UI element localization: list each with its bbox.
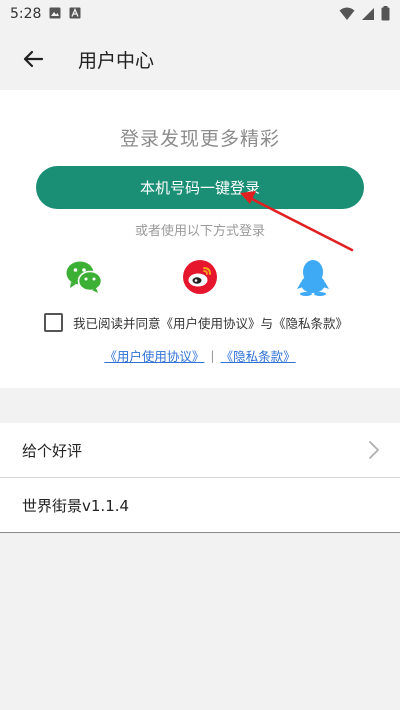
battery-icon	[381, 6, 390, 21]
wifi-icon	[339, 7, 355, 20]
status-time: 5:28	[10, 6, 42, 22]
login-card: 登录发现更多精彩 本机号码一键登录 或者使用以下方式登录 我已阅读并同意《用户使…	[0, 90, 400, 388]
link-separator: |	[210, 348, 215, 363]
app-bar: 用户中心	[0, 28, 400, 90]
image-icon	[49, 7, 61, 22]
login-headline: 登录发现更多精彩	[119, 128, 280, 150]
one-key-login-button[interactable]: 本机号码一键登录	[36, 166, 364, 209]
back-button[interactable]	[18, 44, 48, 74]
qq-icon	[297, 260, 329, 296]
menu-item-label: 给个好评	[22, 441, 83, 460]
a-badge-icon	[69, 7, 81, 22]
alt-login-text: 或者使用以下方式登录	[134, 224, 265, 239]
privacy-link[interactable]: 《隐私条款》	[221, 346, 296, 365]
status-icons	[339, 6, 390, 21]
agreement-row: 我已阅读并同意《用户使用协议》与《隐私条款》	[44, 312, 348, 332]
menu-item-version[interactable]: 世界街景v1.1.4	[0, 478, 400, 532]
weibo-icon	[183, 260, 217, 294]
user-agreement-link[interactable]: 《用户使用协议》	[104, 346, 204, 365]
agreement-links: 《用户使用协议》 | 《隐私条款》	[0, 346, 400, 365]
menu-item-label: 世界街景v1.1.4	[22, 496, 130, 515]
divider	[0, 532, 400, 533]
chevron-right-icon	[369, 441, 379, 459]
signal-icon	[362, 7, 374, 20]
status-bar: 5:28	[0, 0, 400, 28]
agreement-text: 我已阅读并同意《用户使用协议》与《隐私条款》	[73, 315, 349, 331]
agreement-checkbox[interactable]	[44, 312, 63, 332]
menu-item-rate[interactable]: 给个好评	[0, 423, 400, 477]
page-title: 用户中心	[78, 49, 155, 72]
wechat-icon	[66, 261, 103, 293]
wechat-login-button[interactable]	[65, 258, 103, 296]
qq-login-button[interactable]	[294, 258, 332, 296]
arrow-left-icon	[23, 50, 44, 68]
weibo-login-button[interactable]	[181, 258, 219, 296]
